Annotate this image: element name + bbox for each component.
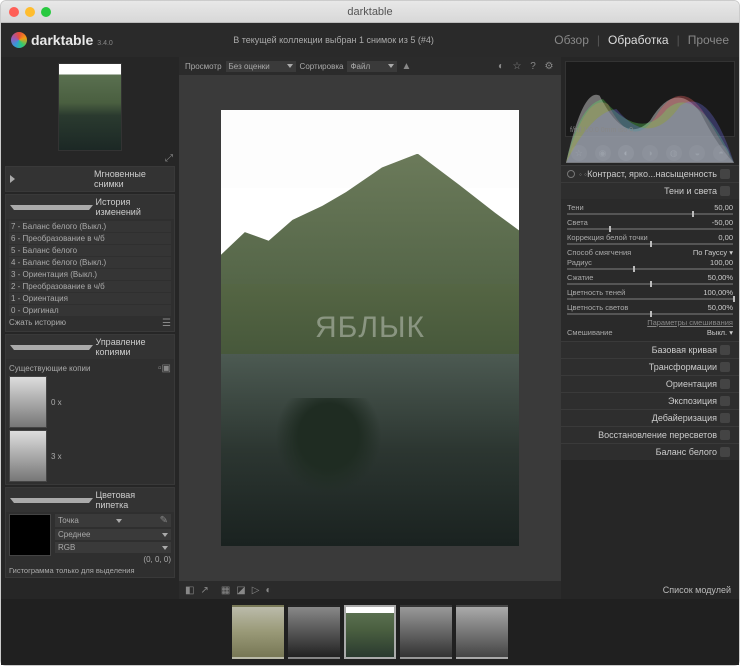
module-preset-icon[interactable] [720,345,730,355]
tab-other[interactable]: Прочее [688,33,729,47]
clip-icon[interactable]: ◪ [236,585,245,596]
tab-darkroom[interactable]: Обработка [608,33,669,47]
filmstrip-thumb[interactable] [456,605,508,659]
power-icon[interactable] [567,170,575,178]
history-item[interactable]: 7 - Баланс белого (Выкл.) [9,221,171,232]
color-swatch [9,514,51,556]
history-item[interactable]: 3 - Ориентация (Выкл.) [9,269,171,280]
filmstrip-thumb[interactable] [232,605,284,659]
window-title: darktable [1,6,739,18]
brand-version: 3.4.0 [97,40,113,47]
history-item[interactable]: 1 - Ориентация [9,293,171,304]
maximize-icon[interactable] [41,7,51,17]
module-preset-icon[interactable] [720,169,730,179]
slider[interactable] [567,313,733,315]
tab-overview[interactable]: Обзор [554,33,589,47]
softproof-icon[interactable]: ▷ [252,585,260,596]
brand: darktable 3.4.0 [11,32,113,48]
slider[interactable] [567,243,733,245]
brand-name: darktable [31,32,93,48]
blend-params-link[interactable]: Параметры смешивания [567,318,733,327]
view-filter-select[interactable]: Без оценки [226,61,296,72]
help-icon[interactable]: ? [527,60,539,72]
filmstrip-thumb[interactable] [344,605,396,659]
duplicate-item[interactable]: 3 x [9,430,171,482]
sort-label: Сортировка [300,62,344,71]
pipette-value: (0, 0, 0) [55,555,171,564]
sort-direction-icon[interactable]: ▲ [401,61,411,72]
close-icon[interactable] [9,7,19,17]
history-item[interactable]: 2 - Преобразование в ч/б [9,281,171,292]
module-header[interactable]: Экспозиция [561,393,739,409]
panel-color-picker[interactable]: Цветовая пипетка [6,488,174,512]
module-preset-icon[interactable] [720,186,730,196]
module-preset-icon[interactable] [720,413,730,423]
view-label: Просмотр [185,62,222,71]
eyedropper-icon: ✎ [160,515,168,526]
gamut-icon[interactable]: ◐ [265,585,271,596]
module-preset-icon[interactable] [720,447,730,457]
iso-icon[interactable]: ▦ [221,585,230,596]
module-contrast-header[interactable]: ◦ ◦ Контраст, ярко...насыщенность [561,166,739,182]
history-item[interactable]: 5 - Баланс белого [9,245,171,256]
history-item[interactable]: 6 - Преобразование в ч/б [9,233,171,244]
histogram[interactable]: f/inf 1/0.0 0mm iso 0 [565,61,735,137]
module-header[interactable]: Восстановление пересветов [561,427,739,443]
module-header[interactable]: Ориентация [561,376,739,392]
filmstrip-thumb[interactable] [288,605,340,659]
quick-access-icon[interactable]: ◧ [185,585,194,596]
module-shadows-highlights-header[interactable]: Тени и света [561,183,739,199]
module-header[interactable]: Базовая кривая [561,342,739,358]
history-menu-icon[interactable]: ☰ [162,318,171,329]
slider[interactable] [567,283,733,285]
panel-history[interactable]: История изменений [6,195,174,219]
panel-snapshots[interactable]: Мгновенные снимки [6,167,174,191]
slider-dropdown[interactable]: По Гауссу ▾ [693,248,733,257]
duplicate-thumb [9,376,47,428]
expand-icon[interactable]: ⤢ [163,153,175,164]
module-header[interactable]: Баланс белого [561,444,739,460]
star-icon[interactable]: ☆ [511,60,523,72]
duplicate-virtual-icon[interactable]: ▣ [162,363,171,374]
gear-icon[interactable]: ⚙ [543,60,555,72]
titlebar: darktable [1,1,739,23]
export-icon[interactable]: ↗ [200,585,208,596]
overlay-toggle-icon[interactable]: ◐ [495,60,507,72]
module-header[interactable]: Трансформации [561,359,739,375]
pipette-space-select[interactable]: RGB [55,542,171,553]
duplicate-item[interactable]: 0 x [9,376,171,428]
slider[interactable] [567,298,733,300]
collection-info: В текущей коллекции выбран 1 снимок из 5… [113,35,554,45]
slider[interactable] [567,268,733,270]
slider[interactable] [567,213,733,215]
history-item[interactable]: 4 - Баланс белого (Выкл.) [9,257,171,268]
module-preset-icon[interactable] [720,362,730,372]
module-preset-icon[interactable] [720,379,730,389]
pipette-stat-select[interactable]: Среднее [55,529,171,540]
slider[interactable] [567,228,733,230]
watermark: ЯБЛЫК [315,311,425,345]
filmstrip-thumb[interactable] [400,605,452,659]
module-list-link[interactable]: Список модулей [561,581,739,599]
pipette-note: Гистограмма только для выделения [9,566,171,575]
minimize-icon[interactable] [25,7,35,17]
image-canvas[interactable]: ЯБЛЫК [221,110,519,546]
history-item[interactable]: 0 - Оригинал [9,305,171,316]
pipette-mode-select[interactable]: Точка✎ [55,514,171,527]
brand-logo-icon [11,32,27,48]
histogram-info: f/inf 1/0.0 0mm iso 0 [570,127,633,134]
blend-mode-select[interactable]: Выкл. ▾ [707,328,733,337]
compress-history-button[interactable]: Сжать историю [9,318,66,329]
module-preset-icon[interactable] [720,430,730,440]
panel-duplicates[interactable]: Управление копиями [6,335,174,359]
module-preset-icon[interactable] [720,396,730,406]
module-header[interactable]: Дебайеризация [561,410,739,426]
navigation-thumbnail[interactable] [58,63,122,151]
sort-select[interactable]: Файл [347,61,397,72]
filmstrip [1,599,739,665]
duplicate-thumb [9,430,47,482]
